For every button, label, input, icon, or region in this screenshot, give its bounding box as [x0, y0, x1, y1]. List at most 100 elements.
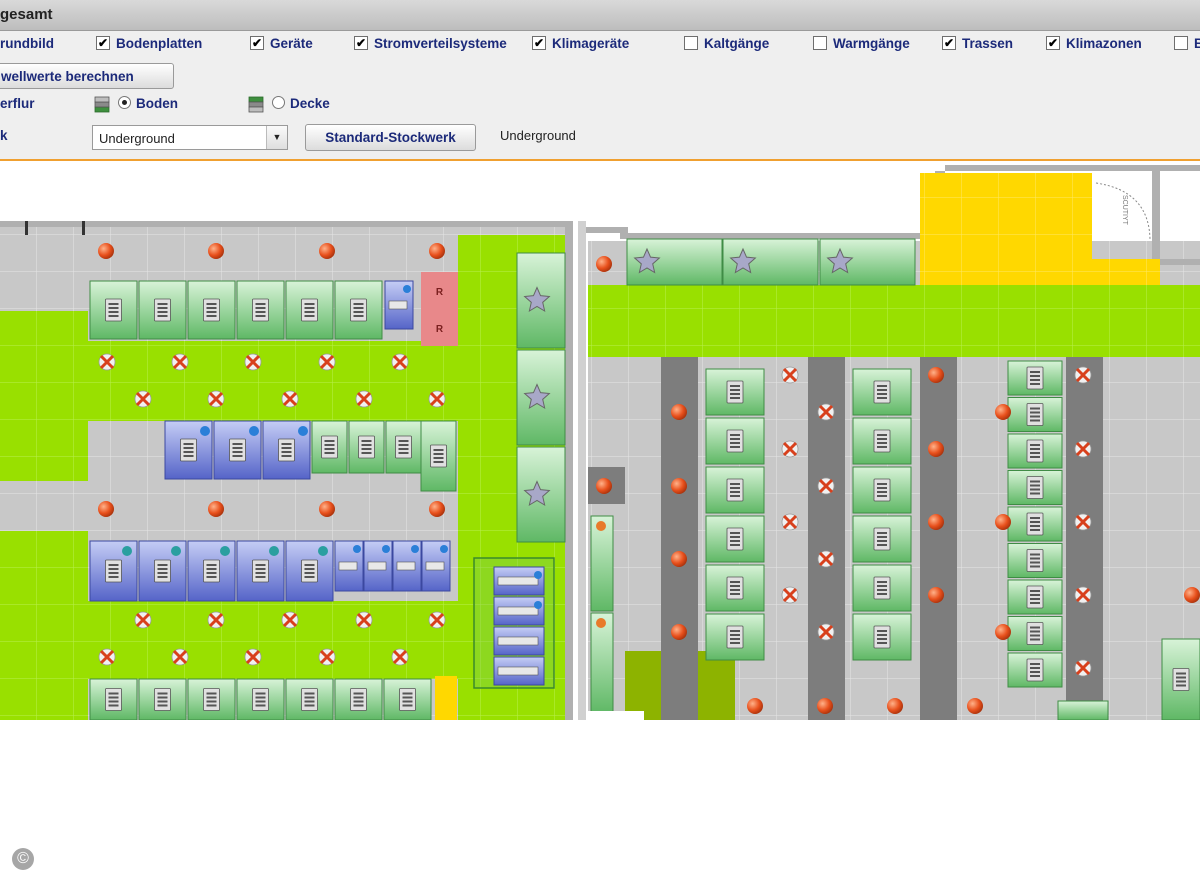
server-cabinet-icon [252, 298, 269, 322]
sensor-dot-icon [1184, 587, 1200, 603]
sensor-dot-icon [887, 698, 903, 714]
server-slot [255, 303, 266, 305]
server-cabinet-icon [105, 688, 122, 711]
server-cabinet-icon [358, 435, 375, 459]
server-cabinet-icon [229, 438, 246, 462]
layer-label: Klimageräte [552, 35, 630, 51]
layer-checkbox-b[interactable]: B [1174, 35, 1200, 51]
sensor-dot-icon [429, 243, 445, 259]
server-slot [730, 638, 740, 640]
server-slot [108, 568, 119, 570]
server-slot [877, 397, 887, 399]
server-slot [361, 440, 372, 442]
layer-checkbox-warmgaenge[interactable]: Warmgänge [813, 35, 910, 51]
network-badge-icon [220, 546, 230, 556]
checkbox-box[interactable] [1174, 36, 1188, 50]
network-device-body [367, 561, 387, 571]
layer-label: Geräte [270, 35, 313, 51]
radio-floor[interactable]: Boden [118, 96, 178, 111]
layer-checkbox-klimazonen[interactable]: ✔ Klimazonen [1046, 35, 1142, 51]
server-slot [183, 455, 194, 457]
server-slot [1030, 602, 1040, 604]
server-slot [877, 393, 887, 395]
radio-dot-ceiling[interactable] [272, 96, 285, 109]
server-slot [1030, 598, 1040, 600]
floorplan-canvas[interactable]: RR SCUTIYT © [0, 161, 1200, 870]
server-slot [361, 444, 372, 446]
layer-checkbox-kaltgaenge[interactable]: Kaltgänge [684, 35, 769, 51]
server-slot [304, 303, 315, 305]
server-cabinet-icon [1026, 439, 1044, 463]
server-cabinet-icon [395, 435, 412, 459]
server-cabinet-icon [873, 429, 891, 453]
layer-checkbox-stromverteilsysteme[interactable]: ✔ Stromverteilsysteme [354, 35, 507, 51]
checkbox-box[interactable] [813, 36, 827, 50]
checkbox-box[interactable]: ✔ [96, 36, 110, 50]
checkbox-box[interactable]: ✔ [250, 36, 264, 50]
server-cabinet-icon [154, 298, 171, 322]
layer-checkbox-trassen[interactable]: ✔ Trassen [942, 35, 1013, 51]
checkbox-box[interactable]: ✔ [354, 36, 368, 50]
server-slot [877, 532, 887, 534]
standard-storey-button[interactable]: Standard-Stockwerk [305, 124, 476, 151]
server-slot [255, 568, 266, 570]
sensor-dot-icon [928, 441, 944, 457]
server-slot [281, 451, 292, 453]
radio-ceiling-label: Decke [290, 96, 330, 111]
radio-ceiling[interactable]: Decke [272, 96, 330, 111]
server-slot [1030, 444, 1040, 446]
floorplan-svg[interactable]: RR [0, 161, 1200, 721]
server-slot [353, 704, 364, 707]
server-slot [255, 704, 266, 707]
server-slot [877, 495, 887, 497]
server-slot [304, 692, 315, 695]
server-slot [1030, 448, 1040, 450]
server-slot [255, 700, 266, 703]
server-slot [730, 630, 740, 632]
radio-dot-floor[interactable] [118, 96, 131, 109]
layer-checkbox-bodenplatten[interactable]: ✔ Bodenplatten [96, 35, 202, 51]
server-slot [1030, 484, 1040, 487]
checkbox-box[interactable] [684, 36, 698, 50]
server-slot [877, 483, 887, 485]
server-slot [304, 704, 315, 707]
server-slot [1030, 561, 1040, 564]
server-slot [730, 446, 740, 448]
server-slot [1030, 517, 1040, 519]
server-slot [232, 455, 243, 457]
storey-select[interactable]: Underground ▼ [92, 125, 288, 150]
server-slot [1030, 521, 1040, 523]
server-slot [402, 704, 413, 707]
checkbox-box[interactable]: ✔ [942, 36, 956, 50]
sensor-dot-icon [596, 478, 612, 494]
calc-values-button[interactable]: wellwerte berechnen [0, 63, 174, 89]
wall [945, 165, 1200, 171]
server-cabinet-icon [1026, 403, 1044, 426]
sensor-dot-icon [208, 243, 224, 259]
chevron-down-icon[interactable]: ▼ [266, 126, 287, 149]
ceiling-stack-icon [247, 96, 265, 114]
server-slot [324, 452, 335, 454]
server-slot [877, 434, 887, 436]
sensor-dot-icon [98, 501, 114, 517]
sensor-dot-icon [928, 514, 944, 530]
server-cabinet-icon [430, 444, 447, 468]
checkbox-box[interactable]: ✔ [532, 36, 546, 50]
server-slot [281, 447, 292, 449]
current-storey-text: Underground [500, 128, 576, 143]
server-slot [1030, 630, 1040, 633]
layer-checkbox-background[interactable]: rundbild [0, 35, 54, 51]
server-slot [108, 696, 119, 699]
server-slot [108, 700, 119, 703]
network-badge-icon [269, 546, 279, 556]
sensor-dot-icon [817, 698, 833, 714]
server-cabinet-icon [252, 688, 269, 711]
server-slot [877, 634, 887, 636]
network-device-body [497, 576, 539, 586]
server-slot [108, 572, 119, 574]
checkbox-box[interactable]: ✔ [1046, 36, 1060, 50]
layer-checkbox-geraete[interactable]: ✔ Geräte [250, 35, 313, 51]
sensor-dot-icon [671, 624, 687, 640]
server-cabinet-icon [321, 435, 338, 459]
layer-checkbox-klimageraete[interactable]: ✔ Klimageräte [532, 35, 629, 51]
